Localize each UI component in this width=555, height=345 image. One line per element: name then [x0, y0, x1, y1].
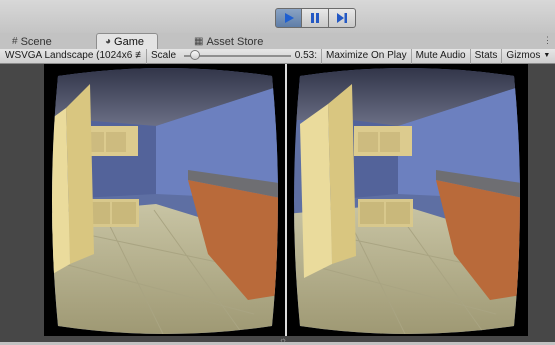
tab-scene[interactable]: # Scene: [12, 35, 52, 49]
store-icon: ▦: [194, 36, 204, 47]
tab-asset-store[interactable]: ▦ Asset Store: [194, 35, 263, 49]
gizmos-label: Gizmos: [506, 50, 541, 61]
pacman-icon: ◕: [105, 35, 112, 47]
left-eye-view: [52, 68, 278, 334]
maximize-on-play-label: Maximize On Play: [326, 50, 407, 61]
resolution-label: WSVGA Landscape (1024x6 ≢: [5, 50, 142, 61]
play-button[interactable]: [275, 8, 302, 28]
stats-toggle[interactable]: Stats: [471, 48, 503, 64]
step-button[interactable]: [329, 8, 356, 28]
tab-scene-label: Scene: [20, 36, 52, 48]
gizmos-dropdown[interactable]: Gizmos ▼: [502, 49, 554, 64]
resolution-dropdown[interactable]: WSVGA Landscape (1024x6 ≢: [0, 48, 147, 64]
window-tabs: # Scene ◕ Game ▦ Asset Store ⋮: [0, 33, 555, 49]
scale-slider-handle[interactable]: [189, 50, 200, 60]
pause-icon: [311, 13, 319, 23]
game-view-toolbar: WSVGA Landscape (1024x6 ≢ Scale 0.53: Ma…: [0, 48, 555, 64]
maximize-on-play-toggle[interactable]: Maximize On Play: [322, 48, 412, 64]
scale-slider[interactable]: [184, 50, 291, 60]
gizmos-chevron-icon: ▼: [543, 52, 551, 59]
tab-asset-store-label: Asset Store: [206, 36, 264, 48]
grid-icon: #: [12, 36, 18, 47]
sun-icon: ☼: [279, 335, 288, 345]
vr-stereo-render: [44, 64, 528, 336]
tab-menu-icon[interactable]: ⋮: [543, 35, 552, 46]
tab-game-label: Game: [114, 35, 145, 48]
scale-label: Scale: [151, 50, 177, 61]
scale-value: 0.53:: [294, 50, 317, 61]
pause-button[interactable]: [302, 8, 329, 28]
playback-controls: [275, 8, 356, 28]
tab-game[interactable]: ◕ Game: [96, 33, 158, 49]
step-icon: [337, 13, 347, 23]
stats-label: Stats: [474, 50, 498, 61]
game-viewport[interactable]: ☼: [0, 64, 555, 345]
main-toolbar: [0, 0, 555, 33]
right-eye-view: [294, 68, 520, 334]
play-icon: [284, 13, 294, 23]
scale-control: Scale 0.53:: [147, 48, 322, 64]
mute-audio-label: Mute Audio: [415, 50, 466, 61]
mute-audio-toggle[interactable]: Mute Audio: [412, 48, 471, 64]
